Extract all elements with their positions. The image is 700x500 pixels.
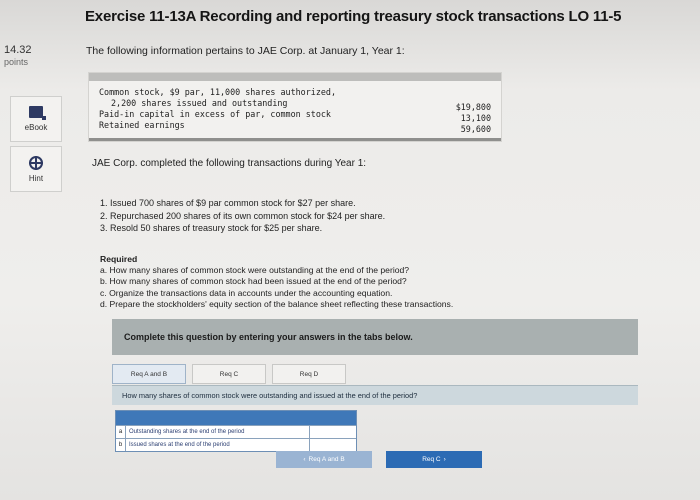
required-item: a. How many shares of common stock were … [100, 265, 410, 276]
required-item: b. How many shares of common stock had b… [100, 276, 407, 287]
points-value: 14.32 [4, 44, 32, 56]
answer-table-header [116, 411, 356, 425]
requirement-tabs: Req A and B Req C Req D [112, 364, 638, 384]
answer-row: a Outstanding shares at the end of the p… [116, 425, 356, 438]
required-item: d. Prepare the stockholders' equity sect… [100, 298, 454, 309]
transaction-item: 1. Issued 700 shares of $9 par common st… [100, 198, 356, 208]
answer-row-letter: b [116, 439, 126, 451]
chevron-right-icon: › [443, 456, 446, 463]
tab-req-a-and-b[interactable]: Req A and B [112, 364, 186, 384]
issued-shares-input[interactable] [310, 439, 356, 451]
transactions-list: 1. Issued 700 shares of $9 par common st… [100, 197, 385, 235]
answer-row-label: Outstanding shares at the end of the per… [126, 426, 310, 438]
points-box: 14.32 points [4, 44, 32, 67]
intro-text: The following information pertains to JA… [86, 45, 405, 57]
answer-row: b Issued shares at the end of the period [116, 438, 356, 451]
required-item: c. Organize the transactions data in acc… [100, 287, 393, 298]
balance-line: Common stock, $9 par, 11,000 shares auth… [99, 87, 336, 97]
chevron-left-icon: ‹ [303, 456, 306, 463]
points-unit: points [4, 57, 29, 67]
next-button-label: Req C [422, 456, 441, 463]
table-top-bar [89, 73, 501, 81]
instructions-text: Complete this question by entering your … [124, 332, 413, 342]
balance-amount: 59,600 [460, 124, 491, 134]
prev-button-label: Req A and B [308, 456, 345, 463]
balance-amount: $19,800 [455, 102, 491, 112]
tab-req-c[interactable]: Req C [192, 364, 266, 384]
answer-row-letter: a [116, 426, 126, 438]
required-section: Required a. How many shares of common st… [100, 254, 453, 310]
balances-table: Common stock, $9 par, 11,000 shares auth… [88, 72, 502, 142]
question-bar: How many shares of common stock were out… [112, 385, 638, 405]
hint-button[interactable]: Hint [10, 146, 62, 192]
ebook-button[interactable]: eBook [10, 96, 62, 142]
balance-line: Retained earnings [99, 120, 185, 130]
required-heading: Required [100, 254, 138, 264]
exercise-title: Exercise 11-13A Recording and reporting … [85, 8, 622, 25]
next-requirement-button[interactable]: Req C › [386, 451, 482, 468]
prev-requirement-button[interactable]: ‹ Req A and B [276, 451, 372, 468]
answer-table: a Outstanding shares at the end of the p… [115, 410, 357, 452]
balance-line: Paid-in capital in excess of par, common… [99, 109, 331, 119]
balance-line: 2,200 shares issued and outstanding [111, 98, 288, 108]
question-text: How many shares of common stock were out… [122, 391, 418, 400]
answer-row-label: Issued shares at the end of the period [126, 439, 310, 451]
transactions-intro: JAE Corp. completed the following transa… [92, 158, 367, 169]
ebook-label: eBook [24, 123, 48, 132]
ebook-icon [29, 106, 46, 120]
outstanding-shares-input[interactable] [310, 426, 356, 438]
tab-req-d[interactable]: Req D [272, 364, 346, 384]
transaction-item: 3. Resold 50 shares of treasury stock fo… [100, 223, 323, 233]
hint-icon [29, 155, 43, 170]
table-bottom-bar [89, 138, 501, 141]
transaction-item: 2. Repurchased 200 shares of its own com… [100, 210, 386, 221]
left-rail: 14.32 points eBook Hint [0, 0, 70, 500]
hint-label: Hint [28, 173, 44, 183]
instructions-bar: Complete this question by entering your … [112, 319, 638, 355]
balance-amount: 13,100 [460, 113, 491, 123]
